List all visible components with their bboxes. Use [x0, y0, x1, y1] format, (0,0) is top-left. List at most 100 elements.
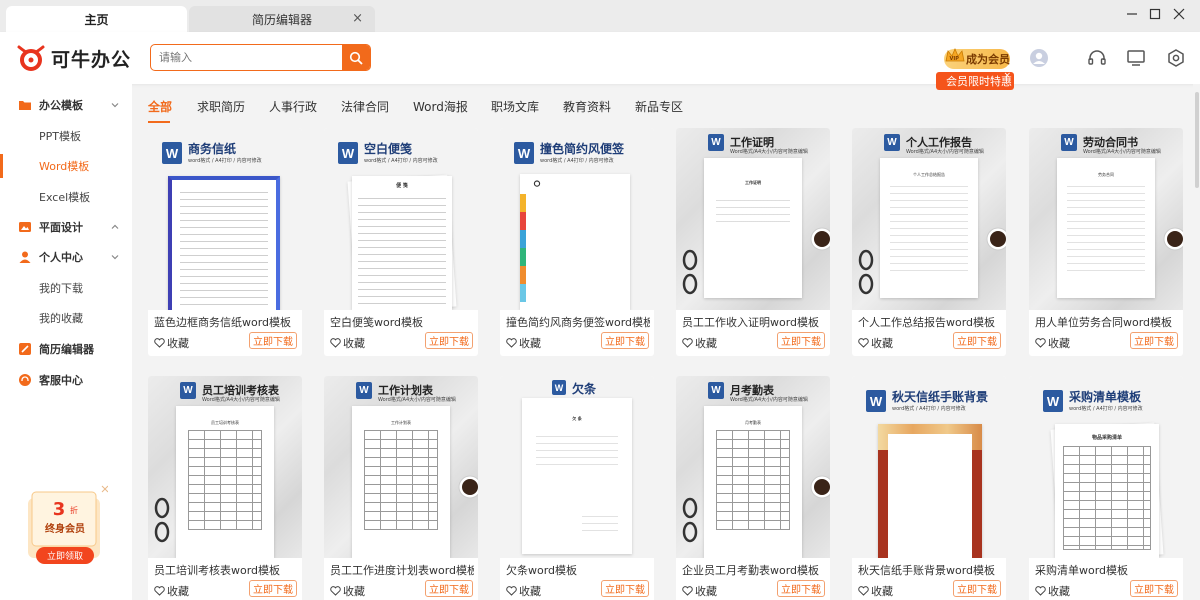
favorite-button[interactable]: 收藏 — [330, 335, 365, 351]
download-button[interactable]: 立即下载 — [249, 332, 297, 349]
thumb-title: 空白便笺 — [364, 142, 413, 156]
word-doc-icon: W — [708, 382, 724, 399]
paper-preview: 物品采购清单 — [1055, 424, 1159, 558]
sidebar-group-office[interactable]: 办公模板 — [0, 90, 132, 120]
template-card[interactable]: W 劳动合同书 Word格式/A4大小/内容可随意编辑 劳务合同 用人单位劳务合… — [1029, 128, 1183, 356]
favorite-button[interactable]: 收藏 — [682, 583, 717, 599]
favorite-button[interactable]: 收藏 — [1035, 335, 1070, 351]
thumb-subtitle: Word格式/A4大小/内容可随意编辑 — [1083, 149, 1161, 155]
heart-icon — [682, 586, 693, 596]
monitor-icon[interactable] — [1126, 48, 1146, 68]
thumb-title: 欠条 — [572, 382, 597, 396]
sidebar-item-excel[interactable]: Excel模板 — [0, 182, 132, 212]
maximize-icon[interactable] — [1145, 4, 1165, 24]
minimize-icon[interactable] — [1122, 4, 1142, 24]
tab-new[interactable]: 新品专区 — [635, 98, 683, 115]
download-button[interactable]: 立即下载 — [953, 332, 1001, 349]
tab-education[interactable]: 教育资料 — [563, 98, 611, 115]
card-title: 员工工作进度计划表word模板 — [330, 564, 474, 577]
doc-heading: 物品采购清单 — [1091, 435, 1122, 441]
thumb-title: 秋天信纸手账背景 — [892, 390, 989, 404]
download-button[interactable]: 立即下载 — [425, 580, 473, 597]
favorite-label: 收藏 — [343, 337, 365, 350]
scrollbar-thumb[interactable] — [1195, 92, 1199, 188]
template-card[interactable]: W 员工培训考核表 Word格式/A4大小/内容可随意编辑 员工培训考核表 员工… — [148, 376, 302, 600]
download-button[interactable]: 立即下载 — [953, 580, 1001, 597]
sidebar-item-ppt[interactable]: PPT模板 — [0, 121, 132, 151]
card-title: 空白便笺word模板 — [330, 316, 424, 329]
template-card[interactable]: W 欠条 欠 条 欠条word模板 收藏 立即下载 — [500, 376, 654, 600]
heart-icon — [154, 586, 165, 596]
edit-icon — [19, 343, 31, 355]
sidebar-item-word[interactable]: Word模板 — [0, 151, 132, 181]
tab-close-icon[interactable]: × — [352, 11, 363, 26]
card-title: 用人单位劳务合同word模板 — [1035, 316, 1173, 329]
download-button[interactable]: 立即下载 — [249, 580, 297, 597]
paper-preview — [520, 174, 630, 310]
thumb-subtitle: Word格式/A4大小/内容可随意编辑 — [378, 397, 456, 403]
settings-icon[interactable] — [1166, 48, 1186, 68]
download-button[interactable]: 立即下载 — [1130, 332, 1178, 349]
sidebar-item-downloads[interactable]: 我的下载 — [0, 273, 132, 303]
favorite-button[interactable]: 收藏 — [858, 335, 893, 351]
tab-resume-editor[interactable]: 简历编辑器 × — [189, 6, 375, 32]
promo-close-x-icon[interactable] — [101, 485, 108, 493]
favorite-button[interactable]: 收藏 — [154, 335, 189, 351]
close-window-icon[interactable] — [1169, 4, 1189, 24]
tab-word-poster[interactable]: Word海报 — [413, 98, 468, 115]
promo-label: 终身会员 — [45, 522, 85, 535]
template-card[interactable]: W 月考勤表 Word格式/A4大小/内容可随意编辑 月考勤表 企业员工月考勤表… — [676, 376, 830, 600]
search-button[interactable] — [342, 45, 370, 70]
download-button[interactable]: 立即下载 — [601, 332, 649, 349]
template-card[interactable]: W 撞色简约风便签 word格式 / A4打印 / 内容可修改 撞色简约风商务便… — [500, 128, 654, 356]
vip-promo-banner[interactable]: 会员限时特惠 × — [936, 71, 1014, 90]
headset-icon[interactable] — [1087, 48, 1107, 68]
sidebar-group-personal[interactable]: 个人中心 — [0, 242, 132, 272]
favorite-button[interactable]: 收藏 — [330, 583, 365, 599]
promo-discount: 3 — [53, 499, 66, 520]
coffee-decor-icon — [810, 227, 830, 251]
avatar[interactable] — [1029, 48, 1049, 68]
favorite-button[interactable]: 收藏 — [858, 583, 893, 599]
download-button[interactable]: 立即下载 — [777, 332, 825, 349]
template-card[interactable]: W 工作计划表 Word格式/A4大小/内容可随意编辑 工作计划表 员工工作进度… — [324, 376, 478, 600]
promo-button[interactable]: 立即领取 — [47, 550, 83, 562]
template-card[interactable]: W 商务信纸 word格式 / A4打印 / 内容可修改 蓝色边框商务信纸wor… — [148, 128, 302, 356]
tab-legal[interactable]: 法律合同 — [341, 98, 389, 115]
card-title: 撞色简约风商务便签word模板 — [506, 316, 650, 329]
lifetime-vip-promo[interactable]: 3 折 终身会员 立即领取 — [22, 484, 108, 572]
promo-close-icon[interactable]: × — [1003, 71, 1011, 81]
template-card[interactable]: W 采购清单模板 word格式 / A4打印 / 内容可修改 物品采购清单 采购… — [1029, 376, 1183, 600]
template-card[interactable]: W 个人工作报告 Word格式/A4大小/内容可随意编辑 个人工作总结报告 个人… — [852, 128, 1006, 356]
sidebar-group-resume[interactable]: 简历编辑器 — [0, 334, 132, 364]
sidebar-item-excel-label: Excel模板 — [39, 191, 91, 204]
promo-discount-unit: 折 — [70, 505, 78, 515]
favorite-label: 收藏 — [519, 337, 541, 350]
template-card[interactable]: W 空白便笺 word格式 / A4打印 / 内容可修改 便 笺 空白便笺wor… — [324, 128, 478, 356]
tab-all[interactable]: 全部 — [148, 98, 172, 115]
download-button[interactable]: 立即下载 — [425, 332, 473, 349]
word-doc-icon: W — [708, 134, 724, 151]
favorite-button[interactable]: 收藏 — [154, 583, 189, 599]
download-button[interactable]: 立即下载 — [601, 580, 649, 597]
sidebar-group-design[interactable]: 平面设计 — [0, 212, 132, 242]
sidebar-group-service[interactable]: 客服中心 — [0, 365, 132, 395]
tab-workplace-library[interactable]: 职场文库 — [491, 98, 539, 115]
sidebar-group-personal-label: 个人中心 — [39, 251, 83, 264]
tab-hr[interactable]: 人事行政 — [269, 98, 317, 115]
search-input[interactable] — [151, 45, 343, 70]
download-button[interactable]: 立即下载 — [777, 580, 825, 597]
doc-heading: 欠 条 — [572, 416, 582, 421]
favorite-label: 收藏 — [519, 585, 541, 598]
favorite-button[interactable]: 收藏 — [506, 583, 541, 599]
template-card[interactable]: W 工作证明 Word格式/A4大小/内容可随意编辑 工作证明 员工工作收入证明… — [676, 128, 830, 356]
download-button[interactable]: 立即下载 — [1130, 580, 1178, 597]
sidebar-item-favorites[interactable]: 我的收藏 — [0, 303, 132, 333]
favorite-button[interactable]: 收藏 — [682, 335, 717, 351]
tab-home[interactable]: 主页 — [6, 6, 187, 32]
favorite-button[interactable]: 收藏 — [1035, 583, 1070, 599]
favorite-button[interactable]: 收藏 — [506, 335, 541, 351]
template-card[interactable]: W 秋天信纸手账背景 word格式 / A4打印 / 内容可修改 秋天信纸手账背… — [852, 376, 1006, 600]
search-icon — [349, 51, 363, 65]
tab-resume[interactable]: 求职简历 — [197, 98, 245, 115]
